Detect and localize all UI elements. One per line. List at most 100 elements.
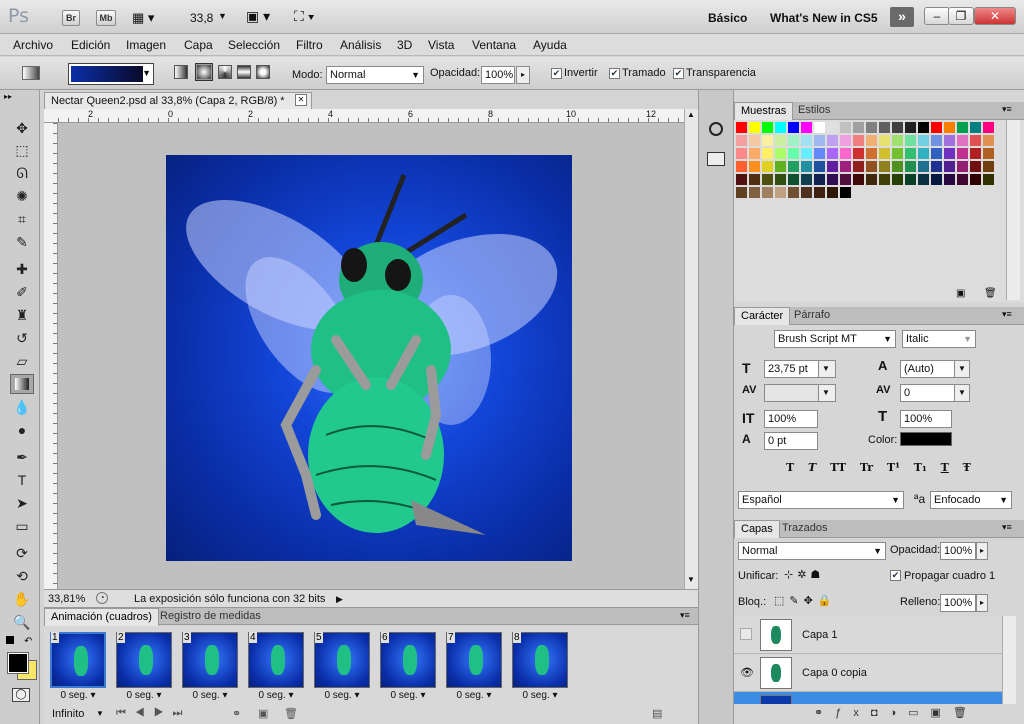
- invert-checkbox[interactable]: ✔: [551, 68, 562, 79]
- layer-opacity-input[interactable]: 100%: [940, 542, 976, 560]
- scroll-down-icon[interactable]: ▼: [687, 575, 695, 584]
- color-swatch[interactable]: [801, 148, 812, 159]
- color-swatch[interactable]: [801, 187, 812, 198]
- color-swatch[interactable]: [983, 161, 994, 172]
- color-swatch[interactable]: [775, 161, 786, 172]
- color-swatch[interactable]: [736, 161, 747, 172]
- color-swatch[interactable]: [762, 161, 773, 172]
- color-swatch[interactable]: [931, 161, 942, 172]
- layer-row[interactable]: 👁 Capa 0 copia: [734, 654, 1002, 692]
- hand-tool-icon[interactable]: ✋: [10, 589, 34, 609]
- more-workspaces-button[interactable]: »: [890, 7, 914, 27]
- color-swatch[interactable]: [762, 187, 773, 198]
- panel-menu-icon[interactable]: ▾≡: [680, 610, 690, 621]
- animation-frame[interactable]: 5 0 seg. ▾: [312, 630, 372, 706]
- color-swatch[interactable]: [814, 174, 825, 185]
- color-swatch[interactable]: [957, 174, 968, 185]
- workspace-whats-new[interactable]: What's New in CS5: [770, 11, 878, 25]
- quick-mask-icon[interactable]: ◯: [12, 688, 30, 702]
- underline-button[interactable]: T: [941, 461, 949, 474]
- close-document-icon[interactable]: ✕: [295, 94, 307, 106]
- path-selection-tool-icon[interactable]: ➤: [10, 493, 34, 513]
- unify-icons[interactable]: ⊹✲☗: [784, 568, 824, 581]
- color-swatch[interactable]: [879, 135, 890, 146]
- gradient-tool-icon[interactable]: [10, 374, 34, 394]
- minibridge-button[interactable]: Mb: [96, 10, 116, 26]
- arrange-documents-icon[interactable]: ▣ ▾: [246, 8, 270, 25]
- delete-swatch-icon[interactable]: 🗑: [984, 288, 997, 299]
- color-swatch[interactable]: [775, 148, 786, 159]
- layer-name[interactable]: Capa 0 copia: [802, 667, 867, 679]
- layer-row-selected[interactable]: [734, 692, 1002, 704]
- lasso-tool-icon[interactable]: ᘏ: [10, 163, 34, 183]
- color-swatch[interactable]: [879, 174, 890, 185]
- color-swatch[interactable]: [983, 122, 994, 133]
- menu-analisis[interactable]: Análisis: [340, 38, 381, 52]
- timeline-convert-icon[interactable]: ▤: [652, 707, 662, 720]
- fill-input[interactable]: 100%: [940, 594, 976, 612]
- baseline-shift-input[interactable]: 0 pt: [764, 432, 818, 450]
- status-menu-arrow-icon[interactable]: ▶: [336, 591, 343, 607]
- color-swatch[interactable]: [905, 161, 916, 172]
- zoom-tool-icon[interactable]: 🔍: [10, 612, 34, 632]
- tab-styles[interactable]: Estilos: [792, 102, 836, 120]
- menu-filtro[interactable]: Filtro: [296, 38, 323, 52]
- superscript-button[interactable]: T¹: [887, 461, 900, 474]
- color-swatch[interactable]: [801, 174, 812, 185]
- layers-footer-buttons[interactable]: ⚭ƒx◘◑▭▣🗑: [814, 706, 979, 719]
- color-swatch[interactable]: [866, 161, 877, 172]
- color-swatch[interactable]: [918, 174, 929, 185]
- screen-mode-icon[interactable]: ⛶ ▾: [294, 8, 315, 25]
- color-swatch[interactable]: [892, 161, 903, 172]
- tracking-dropdown[interactable]: ▼: [954, 384, 970, 402]
- animation-frame[interactable]: 1 0 seg. ▾: [48, 630, 108, 706]
- font-size-dropdown[interactable]: ▼: [818, 360, 836, 378]
- brush-tool-icon[interactable]: ✐: [10, 282, 34, 302]
- color-swatch[interactable]: [827, 122, 838, 133]
- color-swatch[interactable]: [840, 174, 851, 185]
- color-swatch[interactable]: [814, 187, 825, 198]
- color-swatch[interactable]: [736, 187, 747, 198]
- status-info-icon[interactable]: ◔: [96, 592, 108, 604]
- tab-character[interactable]: Carácter: [734, 307, 791, 325]
- color-swatch[interactable]: [983, 148, 994, 159]
- all-caps-button[interactable]: TT: [830, 461, 846, 474]
- frame-delay[interactable]: 0 seg. ▾: [114, 690, 174, 701]
- dither-checkbox[interactable]: ✔: [609, 68, 620, 79]
- color-swatch[interactable]: [970, 161, 981, 172]
- color-swatch[interactable]: [749, 174, 760, 185]
- chevron-down-icon[interactable]: ▼: [142, 68, 151, 78]
- color-swatch[interactable]: [788, 122, 799, 133]
- bridge-button[interactable]: Br: [62, 10, 80, 26]
- color-swatch[interactable]: [749, 148, 760, 159]
- color-swatch[interactable]: [957, 135, 968, 146]
- gradient-picker[interactable]: ▼: [68, 63, 154, 85]
- color-swatch[interactable]: [801, 161, 812, 172]
- move-tool-icon[interactable]: ✥: [10, 118, 34, 138]
- color-swatch[interactable]: [762, 148, 773, 159]
- diamond-gradient-icon[interactable]: [256, 65, 270, 79]
- animation-frame[interactable]: 8 0 seg. ▾: [510, 630, 570, 706]
- shape-tool-icon[interactable]: ▭: [10, 516, 34, 536]
- animation-frame[interactable]: 2 0 seg. ▾: [114, 630, 174, 706]
- color-swatch[interactable]: [814, 135, 825, 146]
- color-swatch[interactable]: [944, 122, 955, 133]
- mode-select[interactable]: Normal ▼: [326, 66, 424, 84]
- color-swatch[interactable]: [892, 174, 903, 185]
- chevron-down-icon[interactable]: ▼: [96, 709, 104, 718]
- angle-gradient-icon[interactable]: [218, 65, 232, 79]
- tab-measurement-log[interactable]: Registro de medidas: [154, 608, 267, 626]
- subscript-button[interactable]: T₁: [914, 461, 927, 474]
- opacity-slider-button[interactable]: ▸: [516, 66, 530, 84]
- color-swatch[interactable]: [892, 148, 903, 159]
- color-swatch[interactable]: [788, 187, 799, 198]
- artwork-image[interactable]: [166, 155, 572, 561]
- color-swatch[interactable]: [892, 122, 903, 133]
- zoom-level[interactable]: 33,8: [190, 11, 213, 25]
- view-extras-icon[interactable]: ▦ ▾: [132, 10, 154, 26]
- color-swatch[interactable]: [918, 135, 929, 146]
- language-select[interactable]: Español ▼: [738, 491, 904, 509]
- color-swatch[interactable]: [905, 174, 916, 185]
- frame-delay[interactable]: 0 seg. ▾: [180, 690, 240, 701]
- tab-layers[interactable]: Capas: [734, 520, 780, 538]
